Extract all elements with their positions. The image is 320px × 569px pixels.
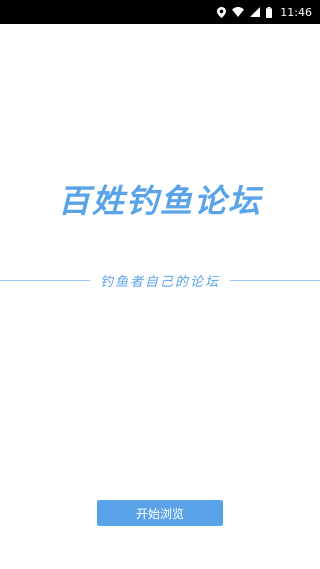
subtitle-row: 钓鱼者自己的论坛 bbox=[0, 270, 320, 290]
subtitle: 钓鱼者自己的论坛 bbox=[100, 274, 221, 290]
battery-icon bbox=[266, 6, 273, 18]
signal-icon bbox=[250, 7, 261, 17]
status-time: 11:46 bbox=[280, 5, 312, 19]
start-browsing-button[interactable]: 开始浏览 bbox=[97, 500, 223, 526]
divider-right bbox=[230, 279, 320, 281]
location-icon bbox=[217, 6, 227, 18]
status-bar: 11:46 bbox=[0, 0, 320, 24]
app-title: 百姓钓鱼论坛 bbox=[57, 182, 262, 220]
divider-left bbox=[0, 279, 90, 281]
wifi-icon bbox=[232, 7, 245, 17]
